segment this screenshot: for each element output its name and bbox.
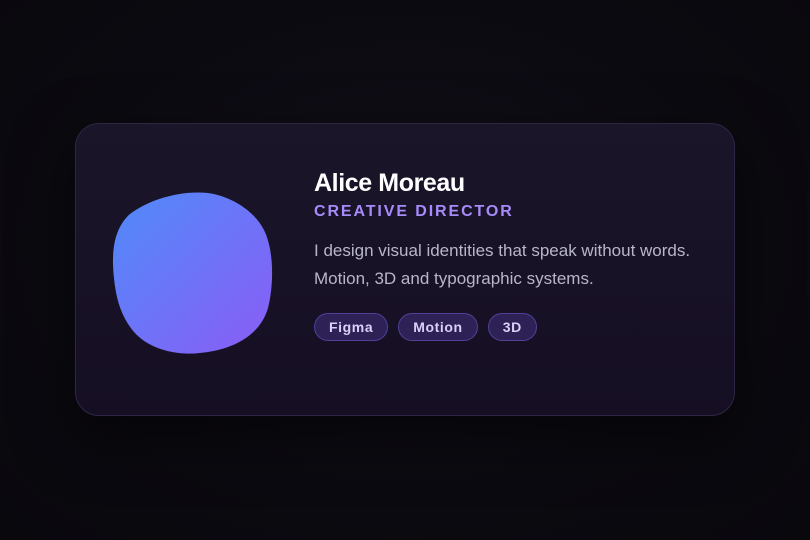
profile-role: CREATIVE DIRECTOR bbox=[314, 203, 514, 220]
gradient-blob-icon bbox=[112, 192, 273, 354]
profile-name: Alice Moreau bbox=[314, 169, 465, 197]
tag-3d[interactable]: 3D bbox=[487, 313, 537, 341]
page-background: Alice Moreau CREATIVE DIRECTOR I design … bbox=[0, 0, 810, 540]
profile-bio: I design visual identities that speak wi… bbox=[314, 241, 691, 288]
avatar bbox=[108, 188, 274, 356]
skill-tags: Figma Motion 3D bbox=[314, 313, 704, 341]
profile-content: Alice Moreau CREATIVE DIRECTOR I design … bbox=[314, 168, 704, 341]
tag-figma[interactable]: Figma bbox=[314, 313, 389, 341]
tag-motion[interactable]: Motion bbox=[398, 313, 478, 341]
profile-card: Alice Moreau CREATIVE DIRECTOR I design … bbox=[75, 123, 735, 416]
